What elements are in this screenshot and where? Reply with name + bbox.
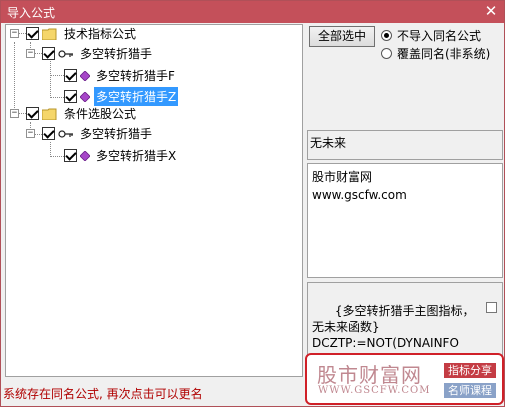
tree-node-formula[interactable]: 多空转折猎手 [42,45,154,62]
tree-node-stock-screening[interactable]: 条件选股公式 [26,105,138,122]
folder-icon [42,108,57,120]
radio-overwrite[interactable]: 覆盖同名(非系统) [381,45,490,62]
radio-label: 覆盖同名(非系统) [397,47,491,61]
checkbox-checked[interactable] [26,27,39,40]
checkbox-checked[interactable] [42,47,55,60]
tree-label: 条件选股公式 [64,107,137,121]
watermark-tag-share: 指标分享 [444,363,496,378]
watermark-banner: 股市财富网 WWW.GSCFW.COM 指标分享 名师课程 [305,353,504,405]
folder-icon [42,28,57,40]
tree-label: 多空转折猎手F [96,69,175,83]
checkbox-checked[interactable] [42,127,55,140]
checkbox-checked[interactable] [64,149,77,162]
status-message: 系统存在同名公式, 再次点击可以更名 [3,387,203,401]
checkbox-checked[interactable] [64,69,77,82]
source-url: www.gscfw.com [312,188,407,202]
tree-guide-line [14,42,15,112]
description-box: 股市财富网 www.gscfw.com [307,163,503,278]
radio-label: 不导入同名公式 [397,29,482,43]
checkbox-checked[interactable] [26,107,39,120]
tree-label: 多空转折猎手 [80,127,153,141]
tree-label: 多空转折猎手X [96,149,177,163]
select-all-button[interactable]: 全部选中 [309,26,375,47]
import-formula-dialog: 导入公式 ✕ − 技术指标公式 − 多空转折猎手 多空转折猎手F 多空转折猎手Z… [0,0,505,407]
diamond-icon [80,91,90,102]
tree-guide-line [34,53,42,54]
diamond-icon [80,70,90,81]
author-field: 无未来 [307,130,503,160]
radio-dot[interactable] [381,48,392,59]
tree-guide-line [50,156,64,157]
tree-label: 技术指标公式 [64,27,137,41]
watermark-tag-course: 名师课程 [444,383,496,398]
watermark-brand: 股市财富网 [317,363,422,387]
tree-guide-line [18,33,26,34]
tree-guide-line [50,97,64,98]
formula-checkbox[interactable] [486,302,497,313]
tree-node-technical-indicators[interactable]: 技术指标公式 [26,25,138,42]
tree-guide-line [50,61,51,98]
window-title: 导入公式 [7,6,56,20]
tree-guide-line [50,142,51,157]
tree-guide-line [50,75,64,76]
diamond-icon [80,150,90,161]
key-icon [58,49,73,58]
watermark-url: WWW.GSCFW.COM [318,385,431,396]
author-text: 无未来 [310,136,347,150]
tree-node-item[interactable]: 多空转折猎手X [64,147,178,164]
close-icon[interactable]: ✕ [484,2,498,20]
title-bar: 导入公式 ✕ [1,1,504,23]
tree-node-item[interactable]: 多空转折猎手F [64,67,177,84]
tree-guide-line [34,134,42,135]
collapse-toggle[interactable]: − [26,49,35,58]
formula-tree[interactable]: − 技术指标公式 − 多空转折猎手 多空转折猎手F 多空转折猎手Z − 条件选股… [5,24,303,377]
checkbox-checked[interactable] [64,90,77,103]
radio-dot-selected[interactable] [381,30,392,41]
tree-guide-line [18,113,26,114]
collapse-toggle[interactable]: − [10,29,19,38]
radio-no-import[interactable]: 不导入同名公式 [381,27,481,44]
collapse-toggle[interactable]: − [10,109,19,118]
collapse-toggle[interactable]: − [26,129,35,138]
tree-node-item-selected[interactable]: 多空转折猎手Z [64,87,179,106]
source-name: 股市财富网 [312,170,373,184]
tree-label: 多空转折猎手 [80,47,153,61]
key-icon [58,129,73,138]
tree-node-formula[interactable]: 多空转折猎手 [42,125,154,142]
